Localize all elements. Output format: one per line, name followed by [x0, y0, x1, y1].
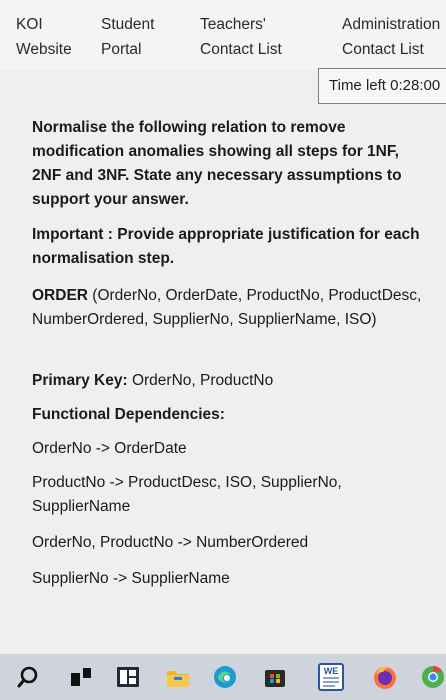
- nav-koi-line1: KOI: [16, 16, 43, 33]
- primary-key: Primary Key: OrderNo, ProductNo: [32, 369, 428, 393]
- firefox-icon[interactable]: [372, 664, 398, 690]
- widgets-icon[interactable]: [115, 664, 141, 690]
- search-icon[interactable]: [15, 664, 41, 690]
- question-instruction: Normalise the following relation to remo…: [32, 119, 402, 208]
- chrome-icon[interactable]: [420, 664, 446, 690]
- nav-student-line1: Student: [101, 16, 155, 33]
- fd-orderno-productno: OrderNo, ProductNo -> NumberOrdered: [32, 534, 309, 551]
- time-left-timer: Time left 0:28:00: [318, 68, 446, 104]
- nav-koi-website-link[interactable]: KOI Website: [16, 12, 72, 62]
- word-icon[interactable]: WE: [317, 662, 345, 692]
- relation-definition: ORDER (OrderNo, OrderDate, ProductNo, Pr…: [32, 284, 428, 332]
- relation-attributes: (OrderNo, OrderDate, ProductNo, ProductD…: [32, 287, 422, 328]
- nav-student-portal-link[interactable]: Student Portal: [101, 12, 154, 62]
- task-view-icon[interactable]: [68, 664, 94, 690]
- nav-admin-contact-link[interactable]: Administration Contact List: [342, 12, 440, 62]
- nav-student-line2: Portal: [101, 41, 142, 58]
- fd-supplierno: SupplierNo -> SupplierName: [32, 570, 230, 587]
- nav-admin-line1: Administration: [342, 16, 441, 33]
- nav-teachers-line1: Teachers': [200, 16, 266, 33]
- primary-key-value: OrderNo, ProductNo: [127, 372, 274, 389]
- nav-koi-line2: Website: [16, 41, 72, 58]
- fd-heading: Functional Dependencies:: [32, 406, 225, 423]
- fd-productno: ProductNo -> ProductDesc, ISO, SupplierN…: [32, 474, 342, 515]
- edge-icon[interactable]: [212, 664, 238, 690]
- file-explorer-icon[interactable]: [165, 664, 191, 690]
- nav-teachers-contact-link[interactable]: Teachers' Contact List: [200, 12, 282, 62]
- nav-teachers-line2: Contact List: [200, 41, 282, 58]
- word-icon-badge: WE: [324, 666, 339, 676]
- primary-key-label: Primary Key:: [32, 372, 128, 389]
- important-label: Important :: [32, 226, 113, 243]
- store-icon[interactable]: [262, 664, 288, 690]
- nav-admin-line2: Contact List: [342, 41, 424, 58]
- important-note: Important : Provide appropriate justific…: [32, 223, 428, 271]
- top-navigation: KOI Website Student Portal Teachers' Con…: [0, 0, 446, 70]
- relation-name: ORDER: [32, 287, 88, 304]
- fd-orderno: OrderNo -> OrderDate: [32, 440, 187, 457]
- taskbar: WE: [0, 654, 446, 700]
